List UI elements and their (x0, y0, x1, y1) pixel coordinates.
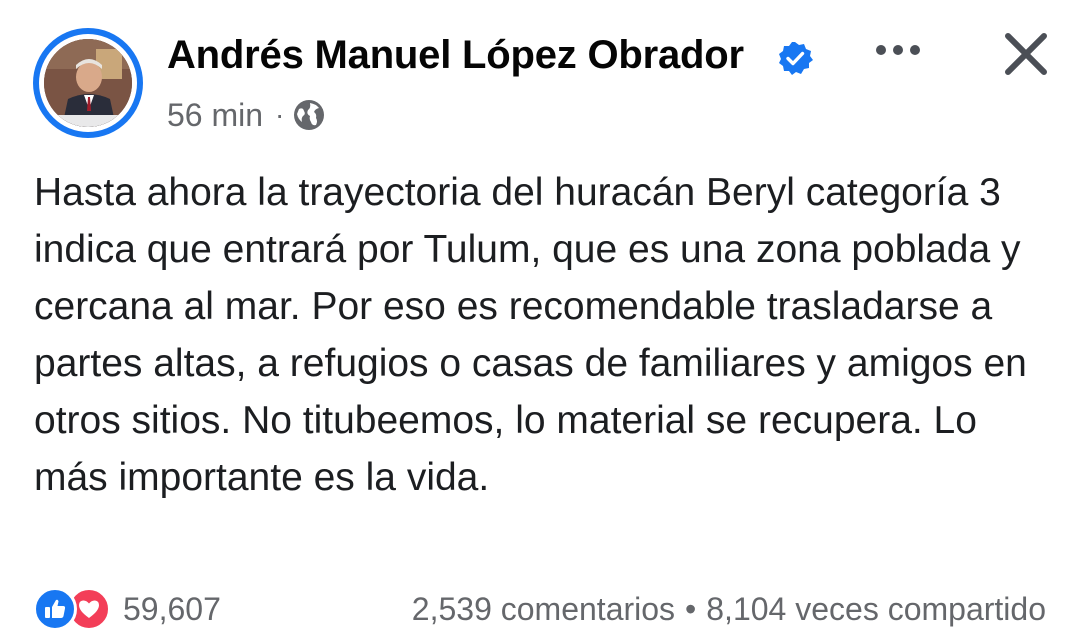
author-name[interactable]: Andrés Manuel López Obrador (167, 33, 744, 78)
close-button[interactable] (998, 26, 1054, 82)
post-text: Hasta ahora la trayectoria del huracán B… (34, 171, 1027, 499)
avatar-photo (44, 39, 132, 127)
more-options-button[interactable] (868, 30, 928, 70)
shares-count[interactable]: 8,104 veces compartido (706, 591, 1046, 628)
stats-separator: • (685, 590, 697, 627)
close-icon (1005, 33, 1047, 75)
post-meta: 56 min · (167, 95, 326, 135)
reaction-count: 59,607 (123, 590, 221, 627)
post-stats: 2,539 comentarios • 8,104 veces comparti… (412, 588, 1046, 630)
reactions-summary[interactable]: 59,607 (33, 587, 221, 631)
comments-count[interactable]: 2,539 comentarios (412, 591, 675, 628)
like-icon (33, 587, 77, 631)
post-timestamp[interactable]: 56 min (167, 97, 263, 134)
more-icon (876, 45, 920, 55)
globe-icon[interactable] (292, 98, 326, 132)
post-card: Andrés Manuel López Obrador 56 min · Has… (0, 0, 1080, 633)
verified-badge-icon (779, 42, 813, 75)
avatar[interactable] (33, 28, 143, 138)
meta-separator: · (275, 99, 285, 130)
